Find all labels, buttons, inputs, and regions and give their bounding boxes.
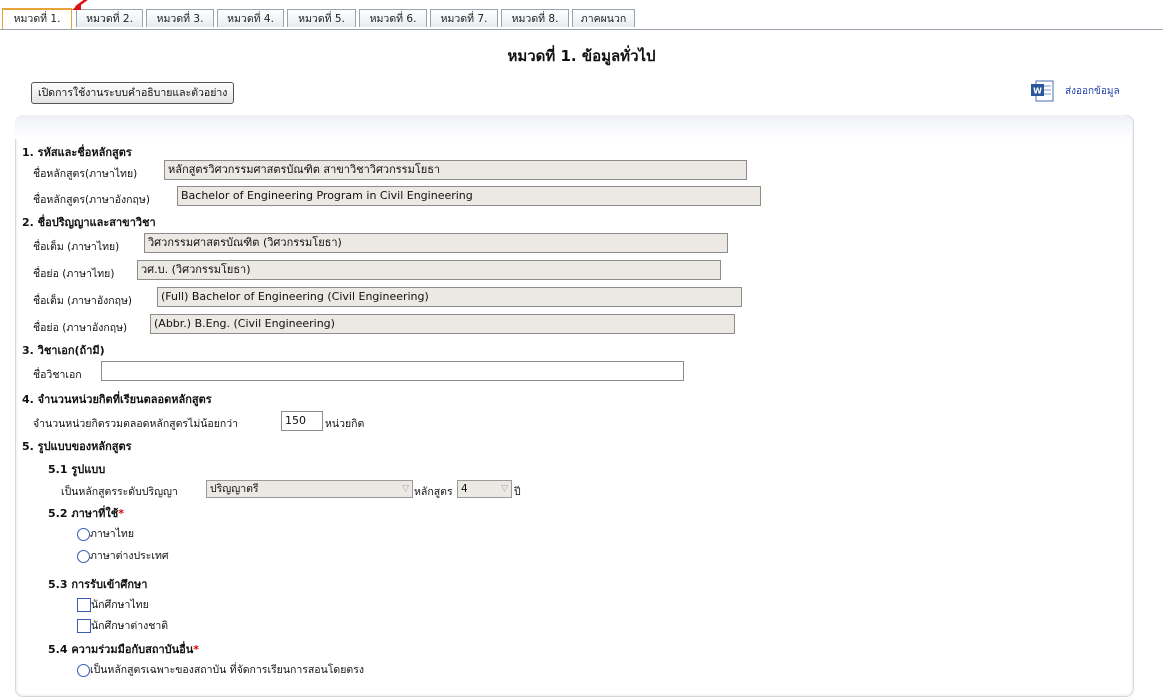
credits-unit: หน่วยกิต	[325, 418, 365, 430]
language-option-foreign[interactable]: ภาษาต่างประเทศ	[77, 547, 169, 564]
years-select[interactable]: 4 ▽	[457, 480, 512, 498]
language-option-thai[interactable]: ภาษาไทย	[77, 525, 134, 542]
section-4-title: 4. จำนวนหน่วยกิตที่เรียนตลอดหลักสูตร	[22, 393, 212, 406]
tab-section-5[interactable]: หมวดที่ 5.	[287, 9, 356, 27]
years-unit: ปี	[514, 486, 521, 498]
degree-full-th-input[interactable]: วิศวกรรมศาสตรบัณฑิต (วิศวกรรมโยธา)	[144, 233, 728, 253]
tab-bar: หมวดที่ 1. หมวดที่ 2. หมวดที่ 3. หมวดที่…	[0, 8, 1163, 30]
section-5-2-title: 5.2 ภาษาที่ใช้*	[48, 504, 124, 522]
tab-divider	[0, 29, 1163, 30]
section-5-4-title: 5.4 ความร่วมมือกับสถาบันอื่น*	[48, 640, 199, 658]
checkbox[interactable]	[77, 619, 91, 633]
radio-button[interactable]	[77, 549, 90, 563]
major-name-label: ชื่อวิชาเอก	[33, 369, 82, 381]
degree-abbr-th-input[interactable]: วศ.บ. (วิศวกรรมโยธา)	[137, 260, 721, 280]
required-marker: *	[193, 643, 200, 656]
course-name-en-input[interactable]: Bachelor of Engineering Program in Civil…	[177, 186, 761, 206]
page-title: หมวดที่ 1. ข้อมูลทั่วไป	[507, 47, 656, 65]
language-option-foreign-label: ภาษาต่างประเทศ	[90, 550, 169, 562]
credits-input[interactable]: 150	[281, 411, 323, 431]
degree-abbr-en-label: ชื่อย่อ (ภาษาอังกฤษ)	[33, 322, 128, 334]
degree-abbr-en-input[interactable]: (Abbr.) B.Eng. (Civil Engineering)	[150, 314, 735, 334]
checkbox[interactable]	[77, 598, 91, 612]
degree-full-en-label: ชื่อเต็ม (ภาษาอังกฤษ)	[33, 295, 132, 307]
export-label: ส่งออกข้อมูล	[1065, 85, 1120, 97]
tab-section-3[interactable]: หมวดที่ 3.	[146, 9, 214, 27]
credits-label: จำนวนหน่วยกิตรวมตลอดหลักสูตรไม่น้อยกว่า	[33, 418, 239, 430]
section-5-2-label: 5.2 ภาษาที่ใช้	[48, 507, 119, 520]
degree-abbr-th-label: ชื่อย่อ (ภาษาไทย)	[33, 268, 115, 280]
course-name-th-label: ชื่อหลักสูตร(ภาษาไทย)	[33, 168, 138, 180]
annotation-arrow-icon	[72, 0, 88, 10]
admission-option-thai-label: นักศึกษาไทย	[91, 599, 149, 611]
radio-button[interactable]	[77, 663, 90, 677]
radio-button[interactable]	[77, 527, 90, 541]
cooperation-option-own[interactable]: เป็นหลักสูตรเฉพาะของสถาบัน ที่จัดการเรีย…	[77, 661, 364, 678]
chevron-down-icon: ▽	[501, 484, 508, 494]
required-marker: *	[118, 507, 125, 520]
degree-level-select[interactable]: ปริญญาตรี ▽	[206, 480, 413, 498]
degree-level-value: ปริญญาตรี	[210, 483, 259, 495]
cooperation-option-own-label: เป็นหลักสูตรเฉพาะของสถาบัน ที่จัดการเรีย…	[90, 664, 364, 676]
language-option-thai-label: ภาษาไทย	[90, 528, 134, 540]
course-name-en-label: ชื่อหลักสูตร(ภาษาอังกฤษ)	[33, 194, 150, 206]
export-button[interactable]: W ส่งออกข้อมูล	[1031, 80, 1120, 102]
major-name-input[interactable]	[101, 361, 684, 381]
section-5-1-title: 5.1 รูปแบบ	[48, 463, 106, 476]
years-label: หลักสูตร	[414, 486, 453, 498]
tab-section-7[interactable]: หมวดที่ 7.	[430, 9, 498, 27]
tab-appendix[interactable]: ภาคผนวก	[572, 9, 635, 27]
section-5-title: 5. รูปแบบของหลักสูตร	[22, 440, 132, 453]
years-value: 4	[461, 483, 468, 495]
svg-text:W: W	[1033, 87, 1042, 96]
section-5-4-label: 5.4 ความร่วมมือกับสถาบันอื่น	[48, 643, 194, 656]
admission-option-thai[interactable]: นักศึกษาไทย	[77, 596, 149, 613]
help-toggle-button[interactable]: เปิดการใช้งานระบบคำอธิบายและตัวอย่าง	[31, 82, 235, 104]
word-document-icon: W	[1031, 80, 1054, 102]
section-3-title: 3. วิชาเอก(ถ้ามี)	[22, 344, 105, 357]
degree-full-en-input[interactable]: (Full) Bachelor of Engineering (Civil En…	[157, 287, 742, 307]
admission-option-foreign-label: นักศึกษาต่างชาติ	[91, 620, 169, 632]
section-1-title: 1. รหัสและชื่อหลักสูตร	[22, 146, 132, 159]
tab-section-4[interactable]: หมวดที่ 4.	[217, 9, 284, 27]
section-5-3-title: 5.3 การรับเข้าศึกษา	[48, 578, 148, 591]
chevron-down-icon: ▽	[402, 484, 409, 494]
tab-section-6[interactable]: หมวดที่ 6.	[359, 9, 427, 27]
degree-level-label: เป็นหลักสูตรระดับปริญญา	[61, 486, 178, 498]
admission-option-foreign[interactable]: นักศึกษาต่างชาติ	[77, 617, 168, 634]
tab-section-8[interactable]: หมวดที่ 8.	[501, 9, 569, 27]
form-panel-header	[15, 115, 1132, 139]
degree-full-th-label: ชื่อเต็ม (ภาษาไทย)	[33, 241, 120, 253]
section-2-title: 2. ชื่อปริญญาและสาขาวิชา	[22, 216, 156, 229]
tab-section-1[interactable]: หมวดที่ 1.	[2, 8, 72, 30]
course-name-th-input[interactable]: หลักสูตรวิศวกรรมศาสตรบัณฑิต สาขาวิชาวิศว…	[164, 160, 747, 180]
